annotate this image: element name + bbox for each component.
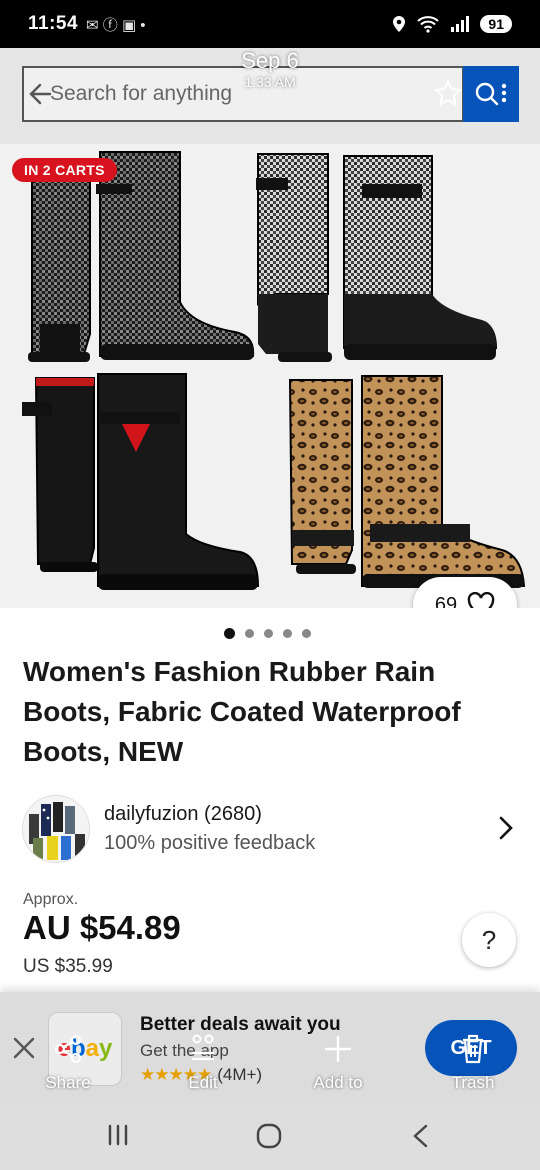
screen: 11:54 ✉ ⓕ ▣ • 91 Search for anything Sep…	[0, 0, 540, 1170]
notification-icons: ✉ ⓕ ▣ •	[86, 16, 146, 34]
location-icon	[393, 16, 406, 32]
pagination-dot-active[interactable]	[224, 628, 235, 639]
edit-icon	[191, 1034, 215, 1061]
chevron-right-icon[interactable]	[496, 815, 516, 841]
seller-avatar	[22, 795, 90, 863]
overlay-date: Sep 6	[241, 48, 299, 73]
edit-button[interactable]: Edit	[153, 1031, 253, 1092]
approx-label: Approx.	[23, 891, 79, 908]
pagination-dot[interactable]	[245, 629, 254, 638]
signal-icon	[451, 16, 470, 32]
back-arrow-icon[interactable]	[28, 80, 52, 108]
share-button[interactable]: Share	[18, 1031, 118, 1092]
watch-count: 69	[434, 593, 458, 609]
trash-button[interactable]: Trash	[423, 1031, 523, 1092]
help-button[interactable]: ?	[462, 913, 516, 967]
pagination-dot[interactable]	[264, 629, 273, 638]
product-image	[22, 151, 526, 590]
search-button[interactable]	[463, 66, 519, 122]
status-time: 11:54	[28, 13, 79, 34]
search-header: Search for anything Sep 6 1:33 AM	[0, 48, 540, 144]
price-primary: AU $54.89	[23, 909, 181, 946]
overlay-time: 1:33 AM	[244, 74, 296, 90]
image-pagination	[224, 628, 311, 639]
seller-name[interactable]: dailyfuzion (2680)	[104, 803, 262, 826]
listing-title: Women's Fashion Rubber Rain Boots, Fabri…	[23, 656, 461, 767]
screenshot-timestamp: Sep 6 1:33 AM	[205, 48, 335, 90]
seller-feedback: 100% positive feedback	[104, 832, 316, 854]
edit-label: Edit	[188, 1073, 218, 1092]
share-label: Share	[45, 1073, 91, 1092]
search-icon	[475, 82, 507, 106]
trash-icon	[463, 1034, 483, 1064]
wifi-icon	[417, 16, 440, 33]
product-image-gallery[interactable]: IN 2 CARTS 69	[0, 144, 540, 608]
system-nav-bar	[0, 1103, 540, 1170]
home-icon[interactable]	[256, 1123, 282, 1149]
star-icon[interactable]	[433, 79, 463, 109]
pagination-dot[interactable]	[283, 629, 292, 638]
price-secondary: US $35.99	[23, 956, 113, 977]
plus-icon	[324, 1035, 352, 1063]
add-to-button[interactable]: Add to	[288, 1031, 388, 1092]
trash-label: Trash	[451, 1073, 495, 1092]
status-bar: 11:54 ✉ ⓕ ▣ • 91	[0, 0, 540, 48]
pagination-dot[interactable]	[302, 629, 311, 638]
add-to-label: Add to	[313, 1073, 363, 1092]
back-icon[interactable]	[410, 1123, 432, 1149]
status-right: 91	[392, 15, 512, 33]
recent-apps-icon[interactable]	[106, 1123, 130, 1147]
share-icon	[54, 1034, 82, 1064]
heart-icon	[467, 592, 495, 608]
in-carts-badge: IN 2 CARTS	[12, 158, 117, 182]
seller-card[interactable]: dailyfuzion (2680) 100% positive feedbac…	[22, 795, 522, 863]
watch-button[interactable]: 69	[413, 577, 517, 608]
battery-indicator: 91	[480, 15, 512, 33]
